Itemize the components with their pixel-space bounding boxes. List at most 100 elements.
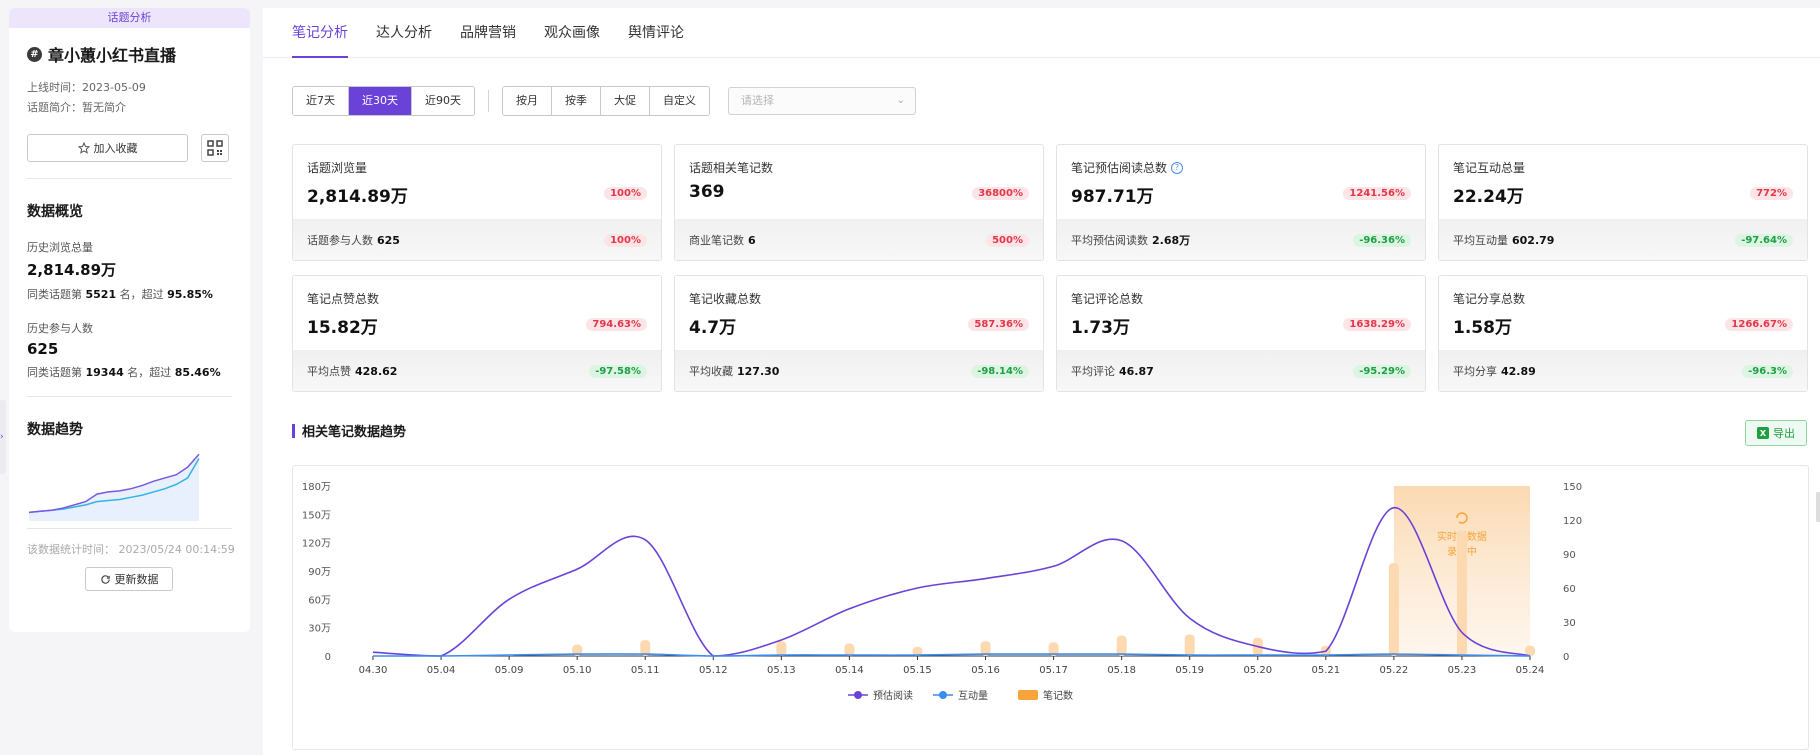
metric-card-main: 笔记分享总数 1.58万 1266.67%	[1439, 276, 1807, 350]
y-left-tick: 60万	[308, 595, 331, 606]
series-line-1[interactable]	[372, 506, 1531, 657]
sidebar: 话题分析 # 章小蕙小红书直播 上线时间：2023-05-09 话题简介：暂无简…	[9, 8, 250, 632]
browse-total-value: 2,814.89万	[27, 261, 117, 279]
participants-label: 历史参与人数	[27, 322, 93, 335]
select-placeholder: 请选择	[741, 94, 774, 107]
help-icon[interactable]: ?	[1171, 161, 1184, 174]
metric-sub-change-badge: 100%	[604, 233, 647, 247]
metric-card-sub: 平均评论 46.87 -95.29%	[1057, 350, 1425, 391]
metric-label-text: 话题相关笔记数	[689, 161, 774, 175]
metric-sub-value: 42.89	[1501, 365, 1536, 378]
metric-sub-label: 平均评论 46.87	[1071, 363, 1154, 379]
metric-sub-change-badge: -97.64%	[1735, 233, 1793, 247]
metric-sub-change-badge: -96.36%	[1353, 233, 1411, 247]
notes-bar[interactable]	[776, 641, 787, 656]
legend-item-3[interactable]: 笔记数	[1018, 689, 1073, 702]
tab-2[interactable]: 达人分析	[376, 8, 432, 57]
metric-sub-value: 46.87	[1119, 365, 1154, 378]
legend-dot-swatch	[854, 691, 862, 699]
x-tick-label: 05.20	[1243, 665, 1272, 676]
metric-sub-change-badge: -98.14%	[971, 364, 1029, 378]
range-option-2[interactable]: 近30天	[349, 87, 412, 115]
notes-bar[interactable]	[844, 643, 855, 656]
period-option-3[interactable]: 大促	[601, 87, 650, 115]
browse-total-label: 历史浏览总量	[27, 241, 93, 254]
period-option-4[interactable]: 自定义	[650, 87, 709, 115]
metric-card-sub: 平均互动量 602.79 -97.64%	[1439, 219, 1807, 260]
metric-sub-label: 平均点赞 428.62	[307, 363, 397, 379]
x-tick-label: 05.04	[427, 665, 456, 676]
notes-bar[interactable]	[1456, 531, 1467, 656]
metric-card: 笔记分享总数 1.58万 1266.67% 平均分享 42.89 -96.3%	[1438, 275, 1808, 392]
metric-label-text: 话题浏览量	[307, 161, 368, 175]
trend-chart-svg: 实时新数据录入中030万60万90万120万150万180万0306090120…	[302, 482, 1582, 702]
mini-trend-chart	[28, 453, 200, 521]
period-option-1[interactable]: 按月	[503, 87, 552, 115]
excel-icon: X	[1757, 427, 1769, 439]
legend-item-1[interactable]: 预估阅读	[848, 689, 913, 702]
add-favorite-button[interactable]: 加入收藏	[27, 134, 188, 162]
hash-icon: #	[27, 46, 42, 62]
metric-card-sub: 平均收藏 127.30 -98.14%	[675, 350, 1043, 391]
star-icon	[77, 142, 90, 154]
participants-rank: 同类话题第 19344 名，超过 85.46%	[27, 366, 221, 379]
metric-card-main: 话题相关笔记数 369 36800%	[675, 145, 1043, 219]
add-favorite-label: 加入收藏	[93, 142, 138, 155]
divider	[488, 90, 489, 112]
metric-sub-label-text: 平均收藏	[689, 365, 733, 378]
custom-select[interactable]: 请选择 ⌄	[728, 87, 916, 115]
tab-5[interactable]: 舆情评论	[628, 8, 684, 57]
metric-label: 笔记收藏总数	[689, 290, 1029, 307]
notes-bar[interactable]	[1184, 634, 1195, 656]
metric-sub-label: 平均收藏 127.30	[689, 363, 779, 379]
metric-sub-label-text: 平均评论	[1071, 365, 1115, 378]
x-tick-label: 05.15	[903, 665, 932, 676]
metric-cards: 话题浏览量 2,814.89万 100% 话题参与人数 625 100% 话题相关笔记数 36…	[292, 144, 1809, 392]
notes-bar[interactable]	[1116, 635, 1127, 656]
range-option-3[interactable]: 近90天	[412, 87, 474, 115]
metric-sub-label: 平均预估阅读数 2.68万	[1071, 232, 1190, 248]
export-button[interactable]: X 导出	[1745, 420, 1807, 446]
refresh-data-button[interactable]: 更新数据	[85, 567, 173, 591]
sidebar-banner: 话题分析	[9, 8, 250, 28]
qr-code-button[interactable]	[201, 134, 229, 162]
y-left-tick: 0	[325, 652, 331, 663]
tab-1[interactable]: 笔记分析	[292, 8, 348, 58]
metric-sub-value: 625	[377, 234, 400, 247]
metric-card: 笔记预估阅读总数? 987.71万 1241.56% 平均预估阅读数 2.68万 -96.…	[1056, 144, 1426, 261]
metric-sub-label-text: 平均点赞	[307, 365, 351, 378]
topic-title: # 章小蕙小红书直播	[27, 42, 250, 66]
metric-card-main: 话题浏览量 2,814.89万 100%	[293, 145, 661, 219]
metric-change-badge: 794.63%	[586, 318, 647, 331]
metric-sub-change-badge: 500%	[986, 233, 1029, 247]
tab-3[interactable]: 品牌营销	[460, 8, 516, 57]
notes-bar[interactable]	[1388, 563, 1399, 656]
x-tick-label: 05.21	[1312, 665, 1341, 676]
divider	[27, 528, 232, 529]
metric-label: 笔记分享总数	[1453, 290, 1793, 307]
metric-change-badge: 100%	[604, 187, 647, 200]
divider	[27, 178, 232, 179]
metric-card-sub: 商业笔记数 6 500%	[675, 219, 1043, 260]
section-accent-bar	[292, 423, 295, 438]
y-left-tick: 150万	[302, 510, 331, 521]
period-selector: 按月 按季 大促 自定义	[502, 86, 710, 116]
right-panel-handle[interactable]	[1816, 492, 1820, 522]
y-right-tick: 30	[1563, 618, 1576, 629]
legend-item-2[interactable]: 互动量	[933, 690, 988, 702]
y-right-tick: 120	[1563, 516, 1582, 527]
metric-label-text: 笔记收藏总数	[689, 292, 762, 306]
range-option-1[interactable]: 近7天	[293, 87, 349, 115]
sidebar-collapse-handle[interactable]: ›	[0, 400, 6, 474]
period-option-2[interactable]: 按季	[552, 87, 601, 115]
metric-sub-change-badge: -97.58%	[589, 364, 647, 378]
topic-intro: 话题简介：暂无简介	[27, 101, 126, 114]
metric-card-main: 笔记点赞总数 15.82万 794.63%	[293, 276, 661, 350]
metric-sub-label-text: 商业笔记数	[689, 234, 744, 247]
metric-sub-label-text: 话题参与人数	[307, 234, 373, 247]
metric-sub-value: 127.30	[737, 365, 780, 378]
metric-change-badge: 36800%	[972, 187, 1029, 200]
metric-label-text: 笔记互动总量	[1453, 161, 1526, 175]
tab-4[interactable]: 观众画像	[544, 8, 600, 57]
metric-change-badge: 1266.67%	[1725, 318, 1793, 331]
